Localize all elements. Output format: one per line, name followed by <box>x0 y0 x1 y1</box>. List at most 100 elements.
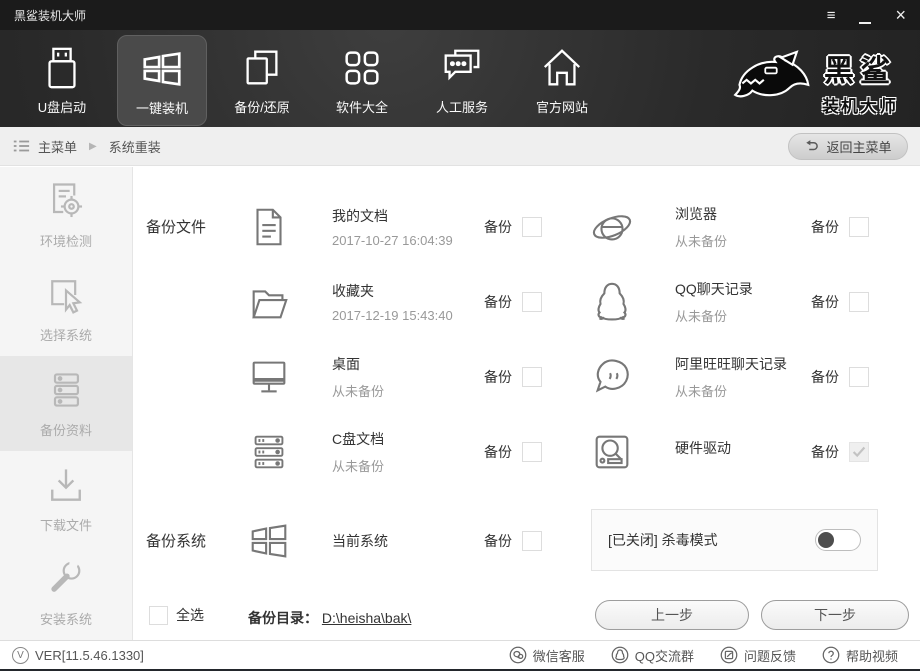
nav-label: 一键装机 <box>135 101 188 116</box>
footer-link-help-video[interactable]: 帮助视频 <box>822 646 898 665</box>
item-last-backup-time: 从未备份 <box>675 308 728 324</box>
antivirus-mode-toggle[interactable] <box>815 529 861 551</box>
backup-checkbox-my-documents[interactable] <box>522 216 542 237</box>
nav-item-backup-restore[interactable]: 备份/还原 <box>212 30 312 116</box>
nav-item-customer-service[interactable]: 人工服务 <box>412 30 512 116</box>
backup-checkbox-qq-chat[interactable] <box>849 291 869 312</box>
breadcrumb-root[interactable]: 主菜单 <box>38 137 77 156</box>
nav-item-one-key-install[interactable]: 一键装机 <box>117 35 207 126</box>
previous-step-button[interactable]: 上一步 <box>595 600 749 630</box>
backup-checkbox-desktop[interactable] <box>522 366 542 387</box>
footer-links: 微信客服 QQ交流群 问题反馈 帮助视频 <box>509 646 908 665</box>
item-last-backup-time: 2017-12-19 15:43:40 <box>332 307 453 323</box>
download-files-icon <box>51 468 81 501</box>
list-menu-icon <box>13 140 30 152</box>
sidebar-item-install-system[interactable]: 安装系统 <box>0 545 132 640</box>
backup-label: 备份 <box>811 218 839 235</box>
breadcrumb-separator-icon: ▶ <box>89 140 97 152</box>
check-icon <box>852 446 866 457</box>
item-title: 当前系统 <box>332 532 388 549</box>
backup-files-column: 备份文件 我的文档 2017-10-27 16:04:39 备份 收藏夹 201… <box>146 189 542 489</box>
desktop-monitor-icon <box>252 361 286 392</box>
backup-checkbox-favorites[interactable] <box>522 291 542 312</box>
sidebar-label: 备份资料 <box>39 422 92 438</box>
shark-logo-icon <box>733 49 810 97</box>
app-window: 黑鲨装机大师 ≡ × U盘启动 一键装机 备份/还原 软件大全 人工服务 官方网… <box>0 0 920 671</box>
nav-item-official-website[interactable]: 官方网站 <box>512 30 612 116</box>
section-system-label: 备份系统 <box>146 533 207 550</box>
qq-group-icon <box>611 646 629 664</box>
return-main-menu-button[interactable]: 返回主菜单 <box>788 132 908 160</box>
title-bar: 黑鲨装机大师 ≡ × <box>0 0 920 30</box>
environment-check-icon <box>52 183 83 217</box>
backup-item-current-system: 备份系统 当前系统 备份 <box>146 503 542 578</box>
item-title: QQ聊天记录 <box>675 280 753 297</box>
backup-data-icon <box>53 373 80 407</box>
sidebar-item-download-files[interactable]: 下载文件 <box>0 451 132 546</box>
next-step-button[interactable]: 下一步 <box>761 600 909 630</box>
backup-item-desktop: 桌面 从未备份 备份 <box>146 339 542 414</box>
sidebar-item-select-system[interactable]: 选择系统 <box>0 262 132 357</box>
item-last-backup-time: 从未备份 <box>332 383 385 399</box>
select-all-checkbox[interactable] <box>149 605 168 625</box>
brand-name: 黑鲨 <box>824 55 896 88</box>
backup-label: 备份 <box>484 293 512 310</box>
sidebar-item-backup-data[interactable]: 备份资料 <box>0 356 132 451</box>
feedback-icon <box>720 646 738 664</box>
backup-item-favorites: 收藏夹 2017-12-19 15:43:40 备份 <box>146 264 542 339</box>
sidebar-item-environment-check[interactable]: 环境检测 <box>0 167 132 262</box>
footer-link-label: 帮助视频 <box>845 648 898 664</box>
folder-icon <box>252 289 288 318</box>
breadcrumb-current: 系统重装 <box>108 139 161 155</box>
nav-label: U盘启动 <box>37 100 87 115</box>
backup-checkbox-current-system[interactable] <box>522 530 542 551</box>
window-controls: ≡ × <box>827 6 906 24</box>
windows-system-icon <box>251 523 287 558</box>
footer-link-feedback[interactable]: 问题反馈 <box>720 646 796 665</box>
install-system-icon <box>51 560 81 593</box>
item-title: C盘文档 <box>332 430 385 447</box>
backup-directory: 备份目录： D:\heisha\bak\ <box>248 608 411 628</box>
minimize-icon[interactable] <box>859 8 872 24</box>
breadcrumb-bar: 主菜单 ▶ 系统重装 返回主菜单 <box>0 127 920 166</box>
backup-checkbox-browser[interactable] <box>849 216 869 237</box>
return-arrow-icon <box>806 139 819 150</box>
main-nav: U盘启动 一键装机 备份/还原 软件大全 人工服务 官方网站 黑鲨 装机大师 <box>0 30 920 127</box>
ie-browser-icon <box>592 214 632 241</box>
menu-icon[interactable]: ≡ <box>827 8 836 23</box>
item-last-backup-time: 从未备份 <box>332 458 385 474</box>
nav-item-software-collection[interactable]: 软件大全 <box>312 30 412 116</box>
breadcrumb: 主菜单 ▶ 系统重装 <box>12 137 161 156</box>
sidebar-label: 下载文件 <box>39 517 92 533</box>
nav-label: 备份/还原 <box>234 100 290 115</box>
backup-restore-icon <box>246 50 278 85</box>
item-last-backup-time: 从未备份 <box>675 233 728 249</box>
footer-link-qq-group[interactable]: QQ交流群 <box>611 646 694 665</box>
backup-directory-link[interactable]: D:\heisha\bak\ <box>322 610 412 626</box>
qq-penguin-icon <box>597 282 627 321</box>
backup-item-my-documents: 备份文件 我的文档 2017-10-27 16:04:39 备份 <box>146 189 542 264</box>
c-drive-icon <box>254 435 284 468</box>
brand-subtitle: 装机大师 <box>822 97 898 116</box>
backup-label: 备份 <box>811 293 839 310</box>
usb-boot-icon <box>48 47 76 89</box>
backup-item-qq-chat: QQ聊天记录 从未备份 备份 <box>589 264 869 339</box>
footer-link-label: 问题反馈 <box>743 648 796 664</box>
window-title: 黑鲨装机大师 <box>14 8 87 23</box>
backup-checkbox-aliwangwang-chat[interactable] <box>849 366 869 387</box>
item-title: 收藏夹 <box>332 282 374 299</box>
item-last-backup-time: 2017-10-27 16:04:39 <box>332 232 453 248</box>
sidebar-label: 安装系统 <box>39 612 92 628</box>
footer-link-wechat-support[interactable]: 微信客服 <box>509 646 585 665</box>
backup-item-c-drive-docs: C盘文档 从未备份 备份 <box>146 414 542 489</box>
footer-link-label: 微信客服 <box>532 648 585 664</box>
bottom-controls: 全选 备份目录： D:\heisha\bak\ 上一步 下一步 <box>134 597 920 637</box>
close-icon[interactable]: × <box>895 6 906 24</box>
item-title: 我的文档 <box>332 207 388 224</box>
backup-checkbox-c-drive-docs[interactable] <box>522 441 542 462</box>
aliwangwang-icon <box>595 359 629 392</box>
backup-label: 备份 <box>484 443 512 460</box>
nav-item-usb-boot[interactable]: U盘启动 <box>12 30 112 116</box>
section-files-label: 备份文件 <box>146 219 207 236</box>
toggle-knob <box>818 532 834 548</box>
